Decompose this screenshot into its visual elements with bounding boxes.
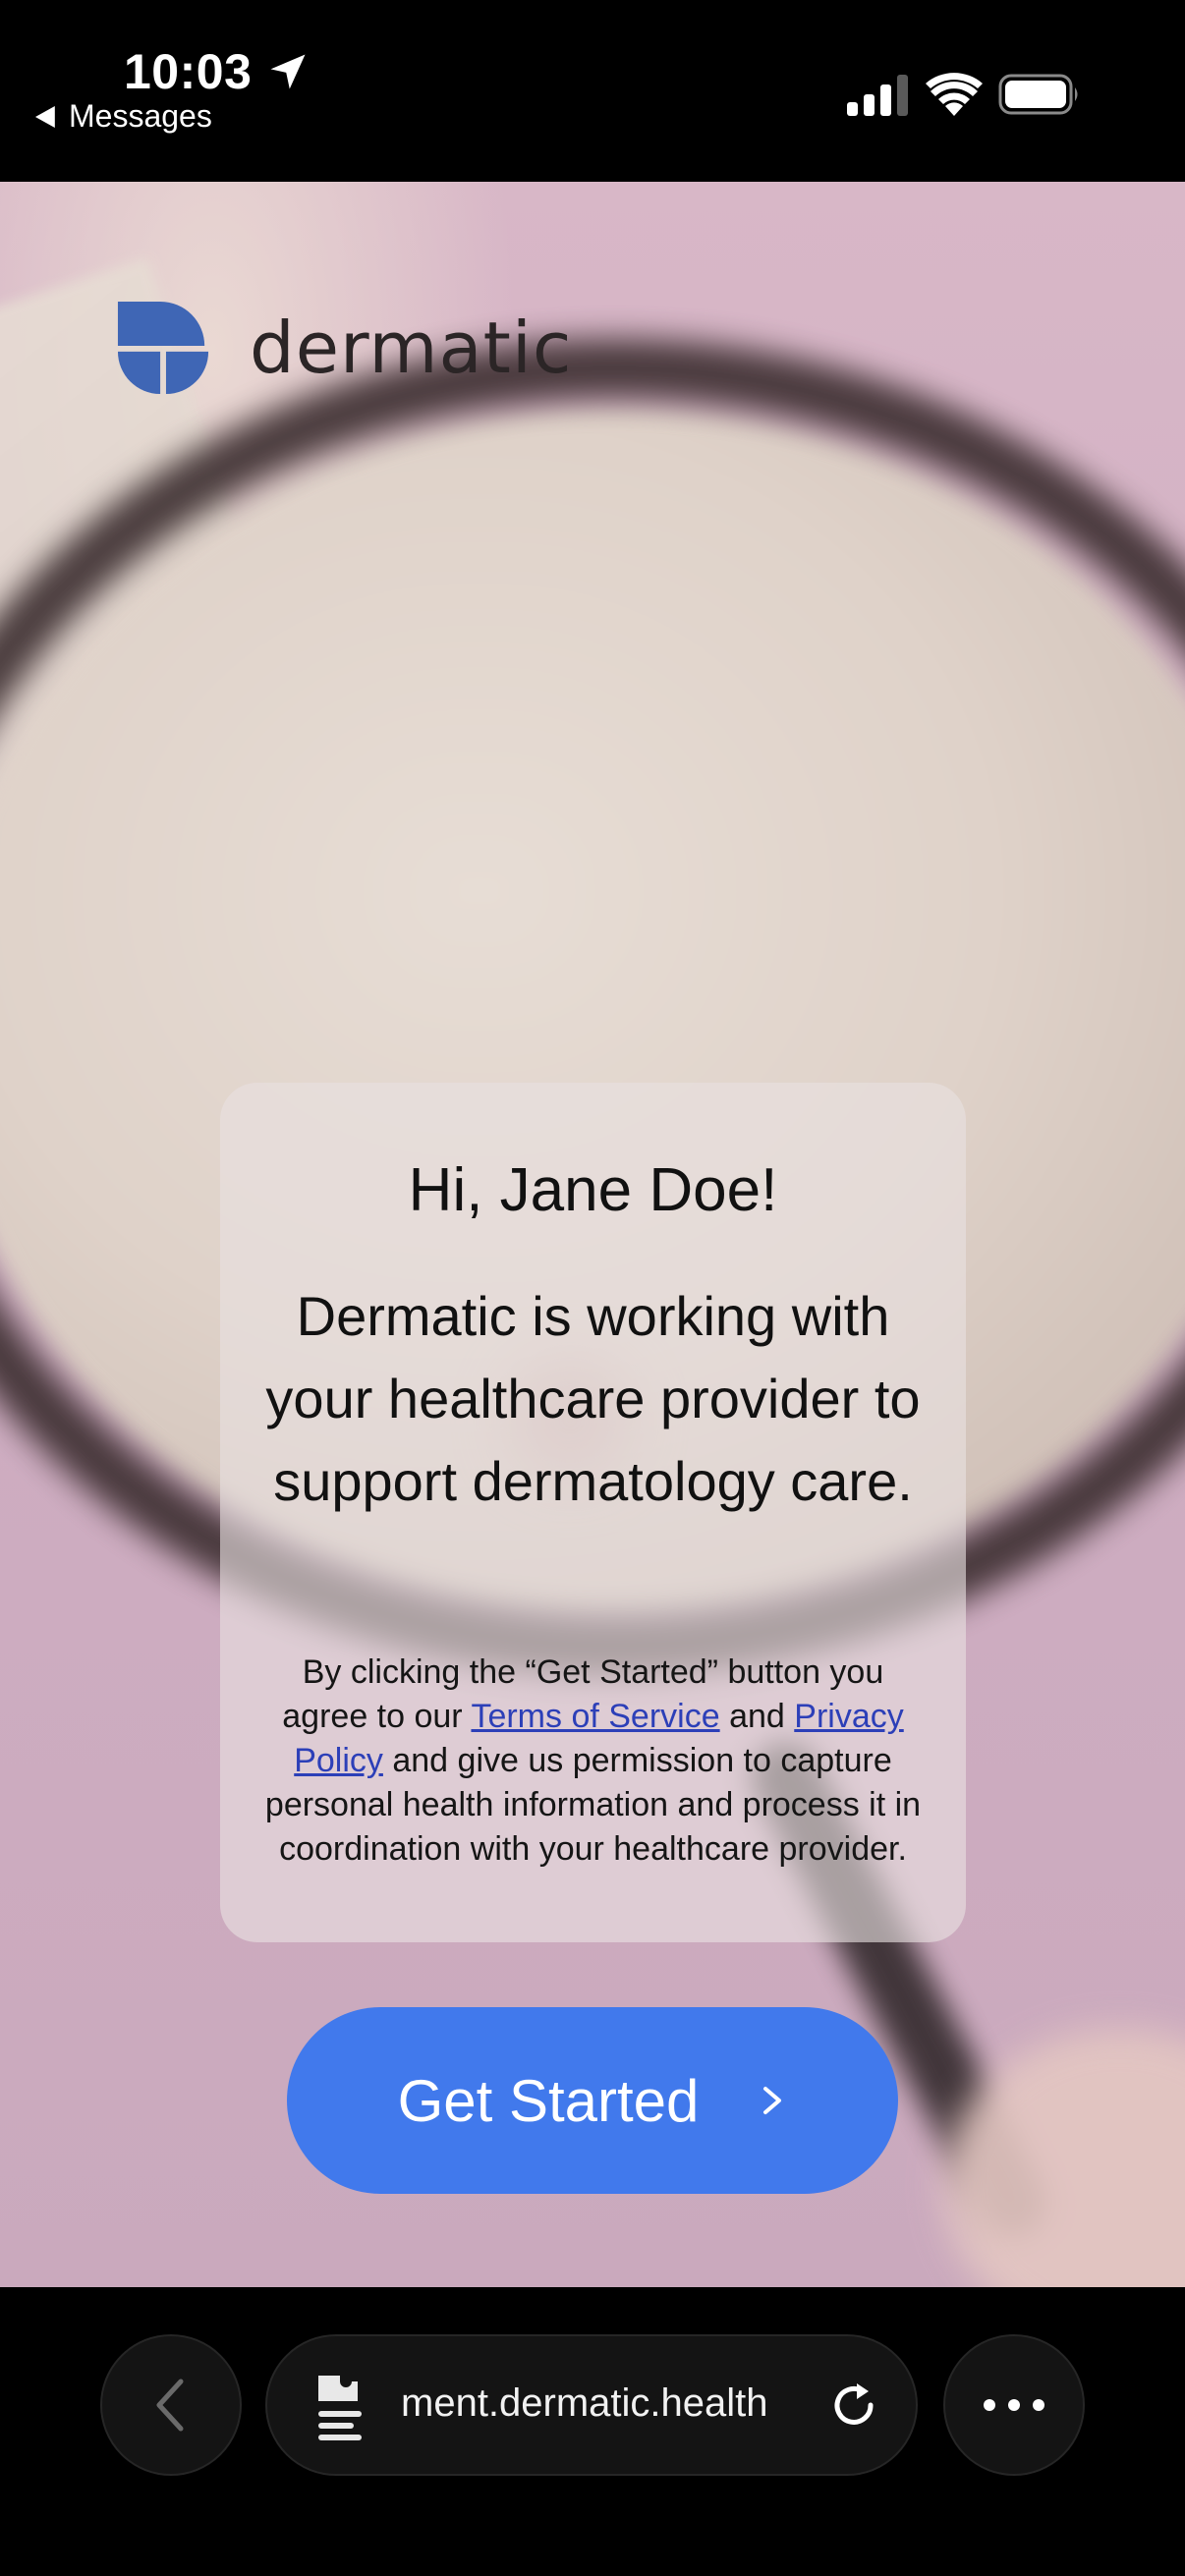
ellipsis-icon — [984, 2399, 1044, 2411]
back-to-messages-button[interactable]: Messages — [35, 98, 212, 135]
location-arrow-icon — [270, 54, 306, 89]
back-to-messages-label: Messages — [69, 98, 212, 134]
chevron-right-icon — [763, 2087, 782, 2114]
get-started-label: Get Started — [397, 2067, 700, 2134]
legal-and: and — [719, 1698, 795, 1735]
welcome-card: Hi, Jane Doe! Dermatic is working with y… — [220, 1083, 966, 1942]
intro-text: Dermatic is working with your healthcare… — [265, 1285, 921, 1512]
cellular-signal-icon — [847, 75, 908, 116]
legal-notice: By clicking the “Get Started” button you… — [259, 1651, 927, 1872]
terms-of-service-link[interactable]: Terms of Service — [471, 1698, 719, 1735]
back-triangle-icon — [35, 105, 55, 128]
brand-name: dermatic — [250, 307, 573, 389]
chevron-left-icon — [156, 2379, 184, 2432]
browser-toolbar: ment.dermatic.health — [0, 2287, 1185, 2576]
wifi-icon — [926, 73, 983, 116]
url-text: ment.dermatic.health — [401, 2381, 768, 2425]
hero-background: dermatic Hi, Jane Doe! Dermatic is worki… — [0, 182, 1185, 2287]
battery-icon — [998, 74, 1078, 115]
status-bar: 10:03 Messages — [0, 0, 1185, 182]
browser-back-button[interactable] — [100, 2334, 242, 2476]
get-started-button[interactable]: Get Started — [287, 2007, 898, 2194]
address-bar[interactable]: ment.dermatic.health — [265, 2334, 918, 2476]
page-menu-icon — [318, 2376, 362, 2440]
status-time: 10:03 — [124, 44, 253, 99]
greeting-heading: Hi, Jane Doe! — [408, 1156, 778, 1224]
brand-logo: dermatic — [116, 300, 572, 396]
dermatic-logo-icon — [117, 301, 209, 395]
reload-icon[interactable] — [827, 2380, 882, 2435]
more-options-button[interactable] — [943, 2334, 1085, 2476]
